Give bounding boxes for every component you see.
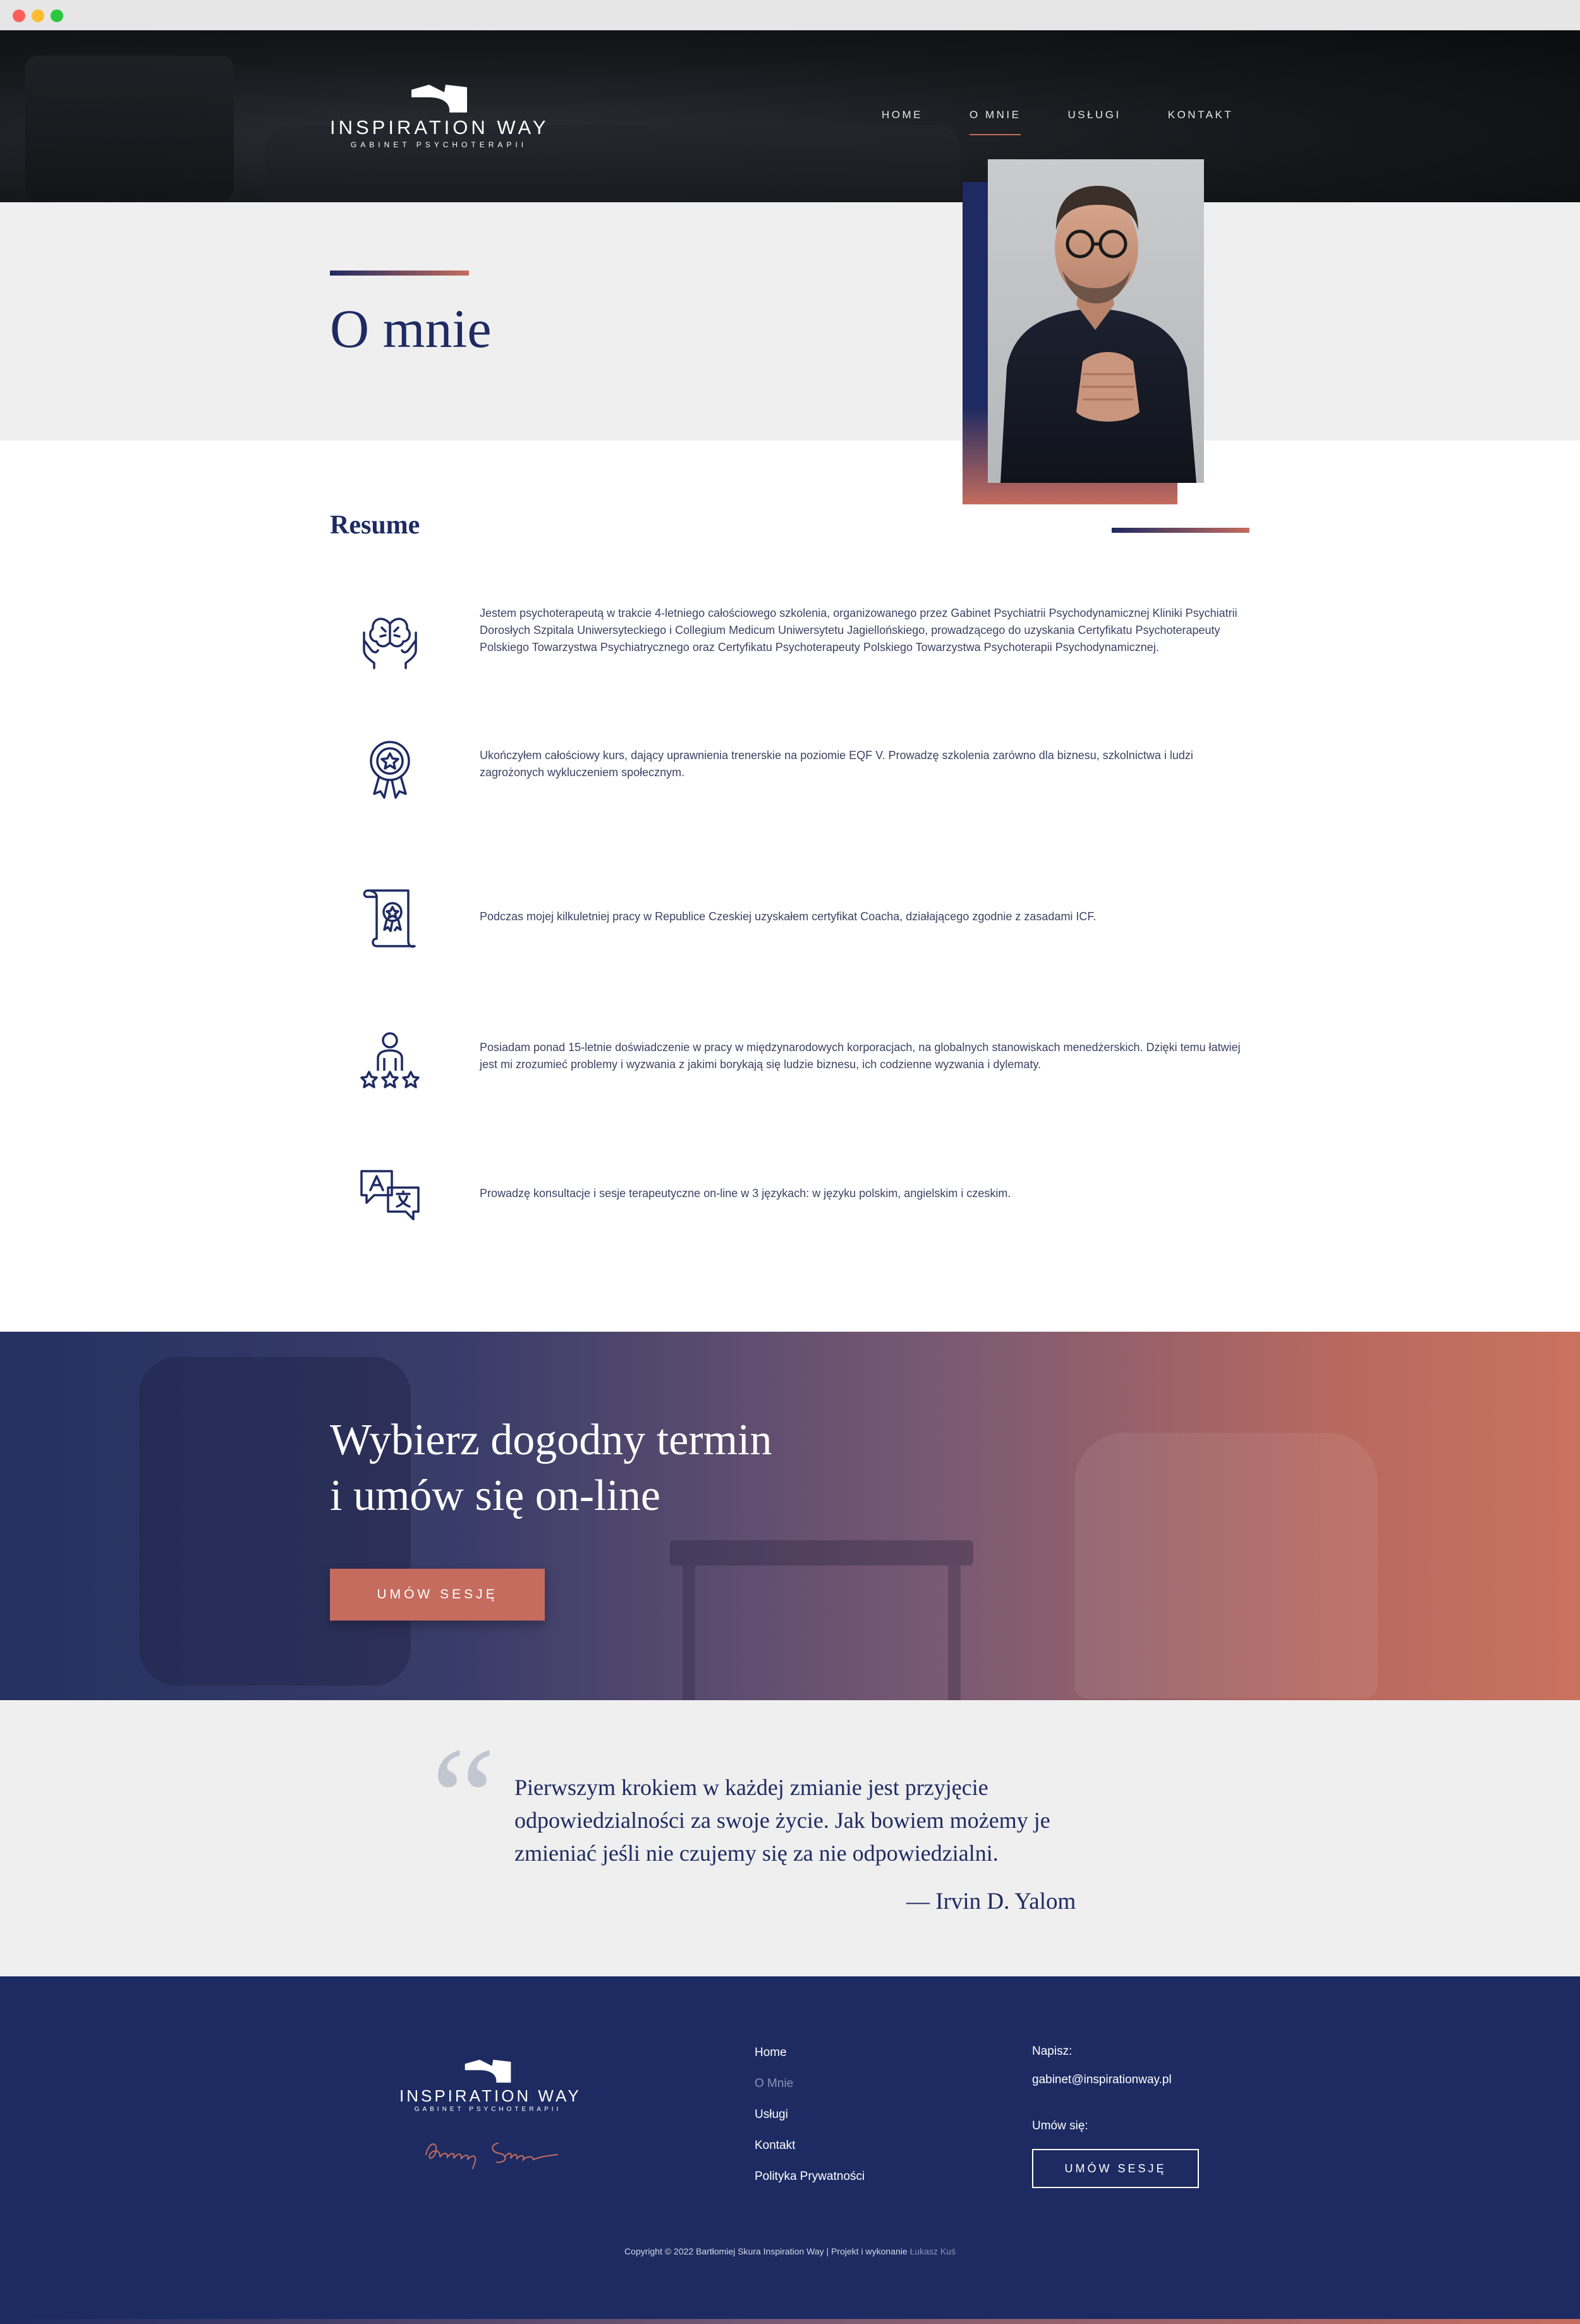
footer-logo[interactable]: INSPIRATION WAY GABINET PSYCHOTERAPII [399,2059,581,2113]
resume-item-text: Ukończyłem całościowy kurs, dający upraw… [480,749,1193,779]
site-logo[interactable]: INSPIRATION WAY GABINET PSYCHOTERAPII [330,83,548,149]
hands-brain-icon [363,618,417,669]
resume-item-text: Jestem psychoterapeutą w trakcie 4-letni… [480,607,1237,654]
logo-mark-icon [411,85,467,113]
resume-item-text: Posiadam ponad 15-letnie doświadczenie w… [480,1041,1241,1071]
award-badge-icon [370,741,410,799]
footer-contact: Napisz: gabinet@inspirationway.pl Umów s… [1032,2045,1172,2133]
nav-home[interactable]: HOME [882,109,923,121]
resume-item: Ukończyłem całościowy kurs, dający upraw… [330,741,1253,823]
quote-text: Pierwszym krokiem w każdej zmianie jest … [514,1775,1050,1866]
site-footer: INSPIRATION WAY GABINET PSYCHOTERAPII Ho… [0,1976,1580,2324]
resume-item: Prowadzę konsultacje i sesje terapeutycz… [330,1170,1253,1261]
page-title-section: O mnie [0,202,1580,441]
minimize-window-button[interactable] [32,9,44,22]
translate-chat-icon [360,1170,420,1220]
cta-title: Wybierz dogodny termin i umów się on-lin… [330,1413,772,1524]
resume-section: Resume Jestem psychoterapeutą w trakcie … [0,441,1580,1332]
maximize-window-button[interactable] [51,9,63,22]
quote-author: — Irvin D. Yalom [906,1889,1076,1914]
book-session-button[interactable]: UMÓW SESJĘ [330,1569,545,1621]
footer-logo-subtitle: GABINET PSYCHOTERAPII [414,2106,562,2113]
resume-item-text: Podczas mojej kilkuletniej pracy w Repub… [480,910,1097,923]
footer-nav-privacy[interactable]: Polityka Prywatności [755,2170,865,2201]
title-accent-line [330,271,469,276]
resume-item: Posiadam ponad 15-letnie doświadczenie w… [330,1032,1253,1115]
footer-nav-home[interactable]: Home [755,2046,865,2077]
author-link[interactable]: Łukasz Kuś [910,2246,956,2256]
copyright-text: Copyright © 2022 Bartłomiej Skura Inspir… [624,2246,908,2256]
email-link[interactable]: gabinet@inspirationway.pl [1032,2073,1172,2119]
footer-nav-kontakt[interactable]: Kontakt [755,2139,865,2170]
nav-uslugi[interactable]: USŁUGI [1067,109,1121,121]
resume-accent-line [1112,528,1249,533]
portrait-photo [988,159,1204,483]
cta-title-line1: Wybierz dogodny termin [330,1416,772,1464]
page-title: O mnie [330,298,492,359]
quote-mark-icon: “ [431,1717,496,1878]
nav-o-mnie[interactable]: O MNIE [969,109,1021,135]
copyright: Copyright © 2022 Bartłomiej Skura Inspir… [0,2246,1580,2256]
cta-background-table-leg [683,1566,695,1700]
main-nav: HOME O MNIE USŁUGI KONTAKT [882,109,1280,135]
write-label: Napisz: [1032,2045,1073,2058]
logo-subtitle: GABINET PSYCHOTERAPII [350,140,528,149]
resume-item: Podczas mojej kilkuletniej pracy w Repub… [330,889,1253,984]
cta-background-table [670,1540,973,1566]
site-header: INSPIRATION WAY GABINET PSYCHOTERAPII HO… [0,30,1580,202]
footer-nav: Home O Mnie Usługi Kontakt Polityka Pryw… [755,2046,865,2201]
footer-book-session-button[interactable]: UMÓW SESJĘ [1032,2149,1199,2188]
signature-image [425,2143,558,2169]
resume-item-text: Prowadzę konsultacje i sesje terapeutycz… [480,1187,1011,1200]
person-stars-icon [360,1032,420,1088]
cta-background-armchair [1074,1433,1378,1698]
footer-logo-name: INSPIRATION WAY [399,2086,581,2105]
logo-name: INSPIRATION WAY [330,116,549,138]
footer-accent-line [0,2319,1580,2324]
resume-title: Resume [330,511,420,540]
quote-section: “ Pierwszym krokiem w każdej zmianie jes… [0,1700,1580,1976]
cta-title-line2: i umów się on-line [330,1471,660,1520]
cta-background-table-leg [948,1566,961,1700]
footer-logo-mark-icon [465,2059,511,2083]
browser-titlebar [0,0,1580,30]
booking-cta-section: Wybierz dogodny termin i umów się on-lin… [0,1332,1580,1700]
close-window-button[interactable] [13,9,25,22]
portrait-illustration [1000,186,1196,483]
certificate-scroll-icon [363,889,416,948]
book-label: Umów się: [1032,2119,1088,2132]
footer-nav-o-mnie[interactable]: O Mnie [755,2077,865,2108]
resume-item: Jestem psychoterapeutą w trakcie 4-letni… [330,605,1253,700]
header-background-chair [25,56,234,201]
footer-nav-uslugi[interactable]: Usługi [755,2108,865,2139]
nav-kontakt[interactable]: KONTAKT [1168,109,1234,121]
